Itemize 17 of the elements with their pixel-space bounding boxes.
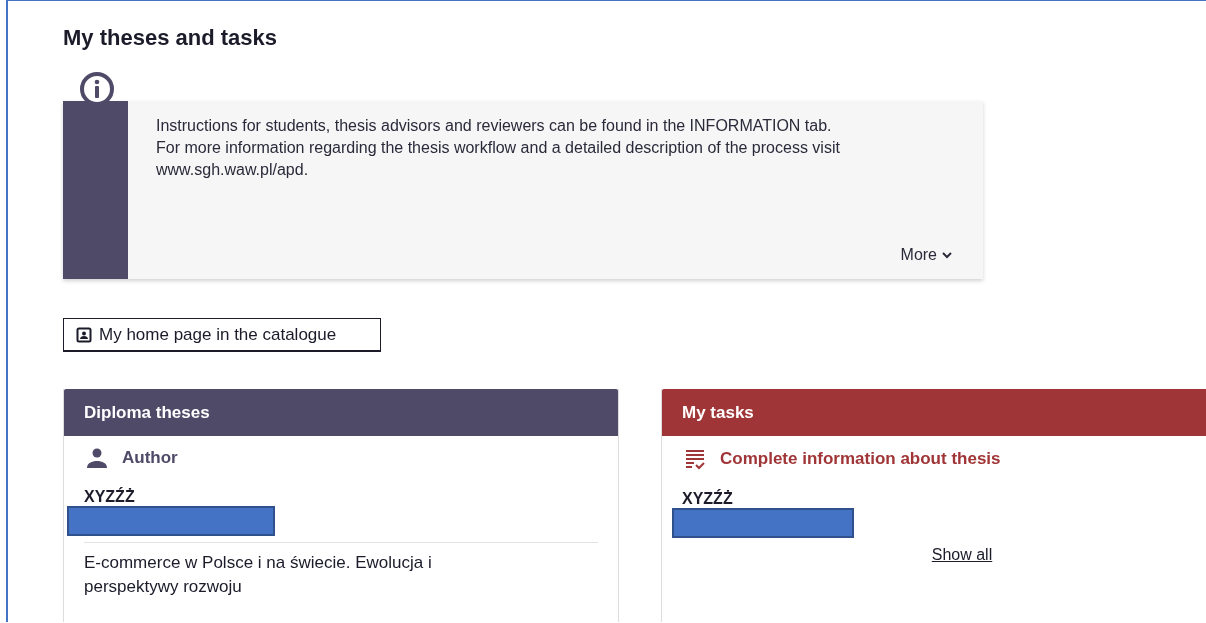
info-text: Instructions for students, thesis advisors and reviewers can be found in the INFORMATION tab. bbox=[156, 116, 833, 136]
role-label: Author bbox=[122, 448, 178, 468]
task-link[interactable]: Complete information about thesis bbox=[720, 449, 1001, 469]
card-header: My tasks bbox=[662, 389, 1206, 436]
chevron-icon bbox=[941, 249, 953, 261]
contact-card-icon bbox=[76, 326, 92, 343]
info-text: For more information regarding the thesis workflow and a detailed description of the process visit www.sgh.waw.pl/apd. bbox=[156, 138, 841, 180]
author-name: XYZŹŻ bbox=[83, 486, 136, 506]
card-header: Diploma theses bbox=[64, 389, 618, 436]
show-all-link[interactable]: Show all bbox=[891, 546, 993, 564]
person-icon bbox=[86, 448, 108, 468]
author-name: XYZŹŻ bbox=[681, 488, 734, 508]
page-title: My theses and tasks bbox=[63, 25, 278, 51]
thesis-title[interactable]: E-commerce w Polsce i na świecie. Ewolucja i perspektywy rozwoju bbox=[64, 543, 534, 599]
catalogue-button[interactable]: My home page in the catalogue bbox=[63, 318, 381, 352]
more-button[interactable]: More bbox=[894, 245, 959, 265]
checklist-icon bbox=[684, 448, 706, 470]
